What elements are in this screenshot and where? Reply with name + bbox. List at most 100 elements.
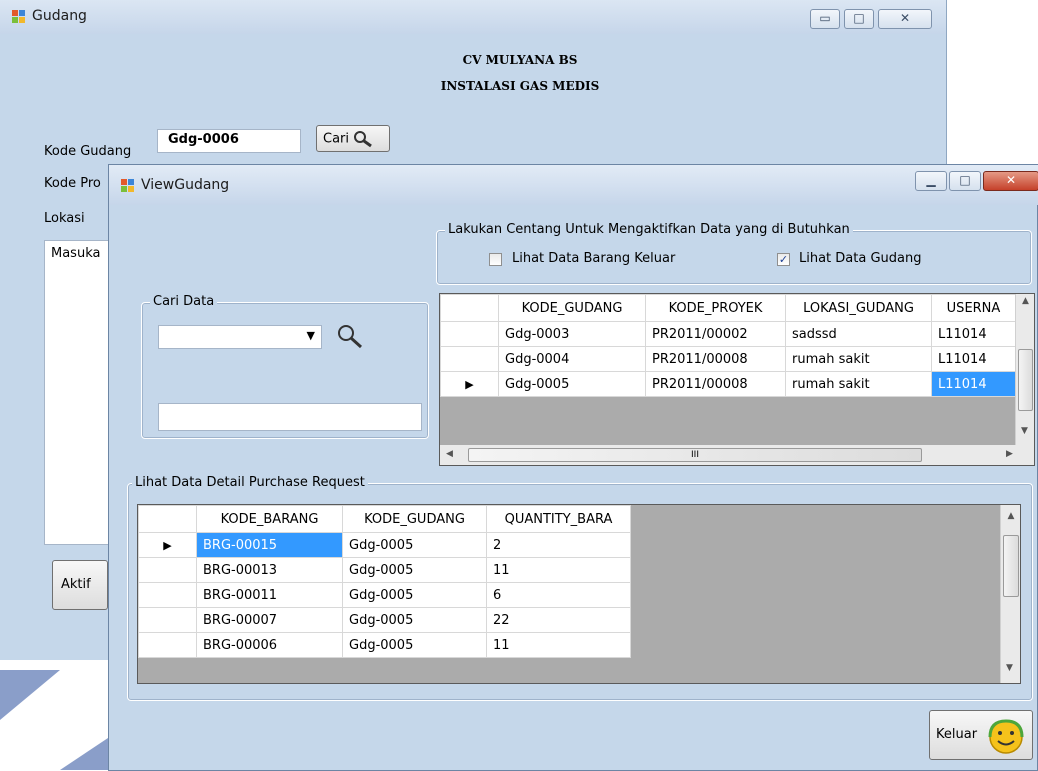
detail-group-title: Lihat Data Detail Purchase Request <box>132 475 368 490</box>
keluar-button[interactable]: Keluar <box>929 710 1033 760</box>
table-row[interactable]: ▶ BRG-00015 Gdg-0005 2 <box>138 532 631 558</box>
viewgudang-title: ViewGudang <box>141 177 230 193</box>
row-header[interactable] <box>440 346 499 372</box>
table-cell[interactable]: rumah sakit <box>785 371 932 397</box>
aktif-button[interactable]: Aktif <box>52 560 108 610</box>
table-cell[interactable]: Gdg-0005 <box>342 632 487 658</box>
table-cell[interactable]: BRG-00013 <box>196 557 343 583</box>
table-cell[interactable]: PR2011/00002 <box>645 321 786 347</box>
gudang-hscroll[interactable]: ◀ III ▶ <box>440 445 1034 465</box>
row-header-corner[interactable] <box>138 505 197 533</box>
table-cell[interactable]: L11014 <box>931 371 1016 397</box>
scroll-down-icon[interactable]: ▼ <box>1021 426 1028 436</box>
detail-vscroll[interactable]: ▲ ▼ <box>1000 505 1020 683</box>
table-cell[interactable]: 2 <box>486 532 631 558</box>
close-button[interactable]: ✕ <box>878 9 932 29</box>
magnifier-icon[interactable] <box>336 323 364 351</box>
lihat-barang-keluar-checkbox[interactable] <box>489 253 502 266</box>
table-cell[interactable]: Gdg-0005 <box>342 607 487 633</box>
lihat-barang-keluar-label: Lihat Data Barang Keluar <box>512 251 676 266</box>
app-window-icon <box>121 179 135 193</box>
table-cell[interactable]: 22 <box>486 607 631 633</box>
table-cell[interactable]: PR2011/00008 <box>645 346 786 372</box>
minimize-button[interactable]: ▭ <box>810 9 840 29</box>
table-row[interactable]: ▶ Gdg-0005 PR2011/00008 rumah sakit L11014 <box>440 371 1016 397</box>
table-cell[interactable]: Gdg-0005 <box>498 371 646 397</box>
row-header-corner[interactable] <box>440 294 499 322</box>
gudang-vscroll-thumb[interactable] <box>1018 349 1033 411</box>
table-cell[interactable]: sadssd <box>785 321 932 347</box>
table-cell[interactable]: Gdg-0005 <box>342 532 487 558</box>
lokasi-label: Lokasi <box>44 211 85 226</box>
row-header[interactable] <box>138 632 197 658</box>
table-cell[interactable]: Gdg-0003 <box>498 321 646 347</box>
kode-gudang-field[interactable]: Gdg-0006 <box>157 129 301 153</box>
table-cell[interactable]: BRG-00006 <box>196 632 343 658</box>
detail-vscroll-thumb[interactable] <box>1003 535 1019 597</box>
cari-combobox[interactable]: ▼ <box>158 325 322 349</box>
app-window-icon <box>12 10 26 24</box>
table-row[interactable]: BRG-00011 Gdg-0005 6 <box>138 582 631 608</box>
detail-grid[interactable]: KODE_BARANG KODE_GUDANG QUANTITY_BARA ▶ BRG-… <box>137 504 1021 684</box>
column-header[interactable]: QUANTITY_BARA <box>486 505 631 533</box>
table-cell[interactable]: Gdg-0004 <box>498 346 646 372</box>
table-cell[interactable]: Gdg-0005 <box>342 582 487 608</box>
table-row[interactable]: BRG-00013 Gdg-0005 11 <box>138 557 631 583</box>
scroll-down-icon[interactable]: ▼ <box>1006 663 1013 673</box>
table-cell[interactable]: rumah sakit <box>785 346 932 372</box>
maximize-button[interactable]: □ <box>949 171 981 191</box>
gudang-title: Gudang <box>32 8 87 24</box>
column-header[interactable]: LOKASI_GUDANG <box>785 294 932 322</box>
header-row: KODE_GUDANG KODE_PROYEK LOKASI_GUDANG USERN… <box>440 294 1016 322</box>
lihat-data-gudang-checkbox[interactable]: ✓ <box>777 253 790 266</box>
table-row[interactable]: BRG-00007 Gdg-0005 22 <box>138 607 631 633</box>
table-cell[interactable]: BRG-00015 <box>196 532 343 558</box>
magnifier-icon <box>354 131 373 148</box>
maximize-button[interactable]: □ <box>844 9 874 29</box>
row-header[interactable] <box>440 321 499 347</box>
row-header[interactable] <box>138 557 197 583</box>
gudang-hscroll-thumb[interactable]: III <box>468 448 922 462</box>
cari-label: Cari <box>323 131 349 147</box>
row-header[interactable]: ▶ <box>138 532 197 558</box>
gudang-grid[interactable]: KODE_GUDANG KODE_PROYEK LOKASI_GUDANG USERN… <box>439 293 1035 466</box>
chevron-down-icon: ▼ <box>306 329 315 342</box>
company-title: CV MULYANA BS <box>462 53 578 67</box>
row-header[interactable] <box>138 607 197 633</box>
column-header[interactable]: KODE_GUDANG <box>342 505 487 533</box>
gudang-vscroll[interactable]: ▲ ▼ <box>1015 294 1034 445</box>
table-cell[interactable]: 6 <box>486 582 631 608</box>
row-header[interactable]: ▶ <box>440 371 499 397</box>
table-row[interactable]: Gdg-0004 PR2011/00008 rumah sakit L11014 <box>440 346 1016 372</box>
minimize-button[interactable]: ▁ <box>915 171 947 191</box>
scroll-left-icon[interactable]: ◀ <box>446 449 453 459</box>
column-header[interactable]: KODE_BARANG <box>196 505 343 533</box>
column-header[interactable]: USERNA <box>931 294 1016 322</box>
checkbox-group: Lakukan Centang Untuk Mengaktifkan Data … <box>436 222 1032 285</box>
column-header[interactable]: KODE_GUDANG <box>498 294 646 322</box>
table-row[interactable]: Gdg-0003 PR2011/00002 sadssd L11014 <box>440 321 1016 347</box>
table-cell[interactable]: BRG-00011 <box>196 582 343 608</box>
table-cell[interactable]: 11 <box>486 632 631 658</box>
table-row[interactable]: BRG-00006 Gdg-0005 11 <box>138 632 631 658</box>
smiley-exit-icon <box>988 719 1024 754</box>
scroll-up-icon[interactable]: ▲ <box>1016 296 1034 306</box>
table-cell[interactable]: 11 <box>486 557 631 583</box>
row-header[interactable] <box>138 582 197 608</box>
scroll-right-icon[interactable]: ▶ <box>1006 449 1013 459</box>
table-cell[interactable]: L11014 <box>931 321 1016 347</box>
close-button[interactable]: ✕ <box>983 171 1038 191</box>
cari-button[interactable]: Cari <box>316 125 390 152</box>
table-cell[interactable]: L11014 <box>931 346 1016 372</box>
detail-table: KODE_BARANG KODE_GUDANG QUANTITY_BARA ▶ BRG-… <box>138 505 631 658</box>
kode-proyek-label: Kode Pro <box>44 176 101 191</box>
lokasi-textarea[interactable]: Masuka <box>44 240 114 545</box>
cari-text-input[interactable] <box>158 403 422 431</box>
checkbox-group-title: Lakukan Centang Untuk Mengaktifkan Data … <box>445 222 853 237</box>
table-cell[interactable]: Gdg-0005 <box>342 557 487 583</box>
table-cell[interactable]: BRG-00007 <box>196 607 343 633</box>
column-header[interactable]: KODE_PROYEK <box>645 294 786 322</box>
scroll-up-icon[interactable]: ▲ <box>1001 511 1020 521</box>
kode-gudang-label: Kode Gudang <box>44 144 132 159</box>
table-cell[interactable]: PR2011/00008 <box>645 371 786 397</box>
